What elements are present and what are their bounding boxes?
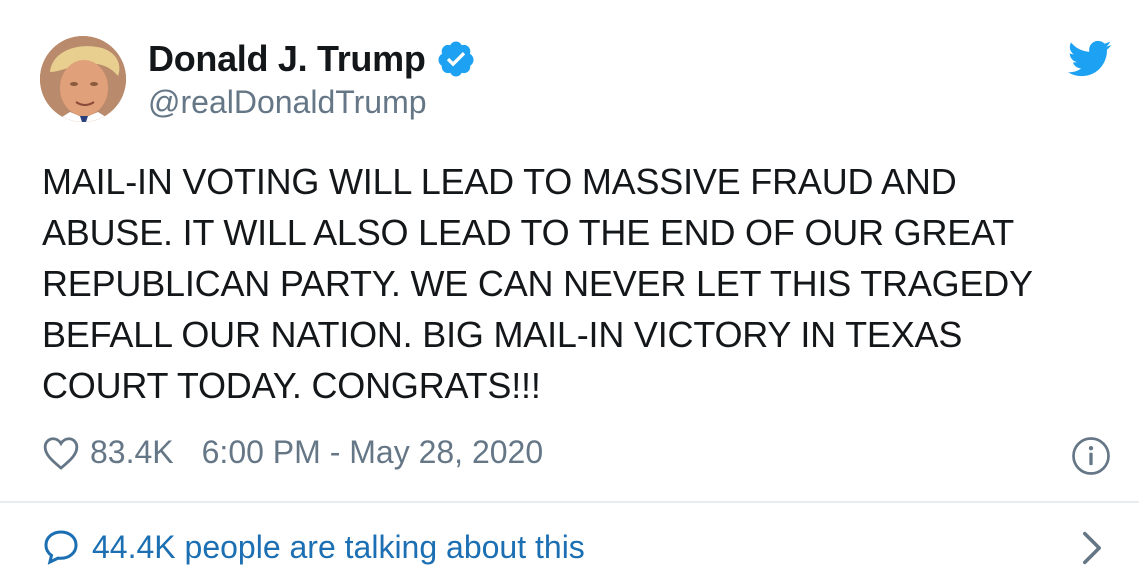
author-handle[interactable]: @realDonaldTrump [148, 84, 427, 121]
verified-badge-icon [438, 41, 474, 77]
avatar-image [40, 36, 126, 122]
avatar[interactable] [40, 36, 126, 122]
tweet-meta-row: 83.4K 6:00 PM - May 28, 2020 [42, 434, 543, 471]
divider [0, 501, 1139, 503]
tweet-text: MAIL-IN VOTING WILL LEAD TO MASSIVE FRAU… [42, 161, 1033, 406]
author-name-row[interactable]: Donald J. Trump [148, 38, 476, 80]
author-display-name[interactable]: Donald J. Trump [148, 38, 426, 80]
twitter-bird-icon[interactable] [1068, 40, 1112, 78]
info-icon[interactable] [1071, 436, 1111, 476]
chevron-right-icon[interactable] [1080, 530, 1104, 566]
like-count[interactable]: 83.4K [90, 434, 174, 471]
heart-icon[interactable] [42, 435, 80, 471]
conversation-link[interactable]: 44.4K people are talking about this [42, 528, 1109, 566]
speech-bubble-icon [44, 530, 78, 565]
conversation-label[interactable]: 44.4K people are talking about this [92, 529, 585, 566]
tweet-timestamp[interactable]: 6:00 PM - May 28, 2020 [202, 434, 544, 471]
